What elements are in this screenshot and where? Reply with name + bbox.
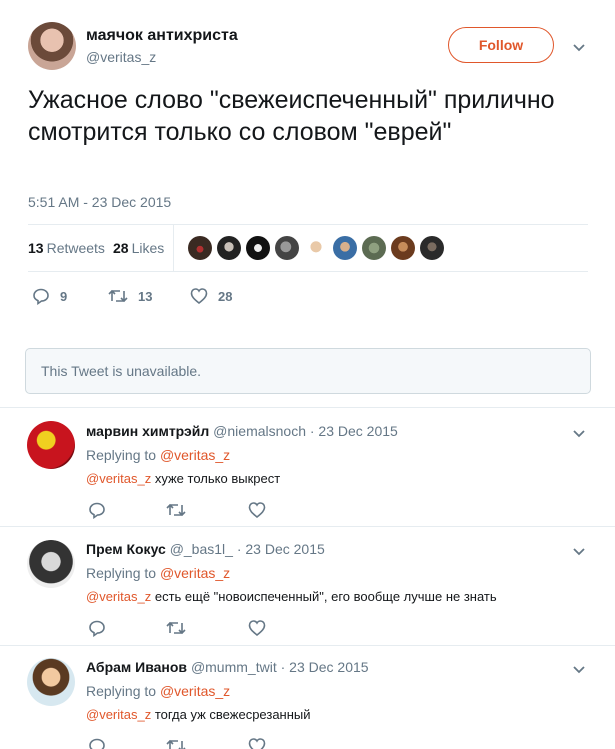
liker-avatar[interactable] — [391, 236, 415, 260]
tweet-timestamp[interactable]: 5:51 AM - 23 Dec 2015 — [28, 194, 171, 210]
reply-icon — [33, 288, 49, 305]
heart-icon[interactable] — [248, 501, 266, 519]
heart-icon — [190, 288, 208, 305]
retweets-count: 13 — [28, 240, 44, 256]
reply-header: марвин химтрэйл @niemalsnoch · 23 Dec 20… — [86, 423, 398, 439]
reply-author-handle[interactable]: @_bas1l_ — [170, 541, 233, 557]
reply-count: 9 — [60, 288, 68, 304]
like-action[interactable]: 28 — [190, 287, 232, 305]
reply-icon[interactable] — [88, 737, 106, 749]
chevron-down-icon[interactable] — [571, 39, 587, 55]
reply-body: тогда уж свежесрезанный — [154, 707, 311, 722]
likes-label: Likes — [131, 240, 165, 256]
replying-to-prefix: Replying to — [86, 447, 157, 463]
reply-icon[interactable] — [88, 619, 106, 637]
author-avatar[interactable] — [28, 22, 76, 70]
reply-mention[interactable]: @veritas_z — [86, 471, 151, 486]
reply-author-name[interactable]: Абрам Иванов — [86, 659, 187, 675]
reply-tweet[interactable]: марвин химтрэйл @niemalsnoch · 23 Dec 20… — [0, 407, 615, 525]
reply-action[interactable]: 9 — [32, 287, 67, 305]
reply-actions — [86, 501, 286, 519]
reply-avatar[interactable] — [27, 658, 75, 706]
author-handle[interactable]: @veritas_z — [86, 49, 156, 65]
reply-body: есть ещё "новоиспеченный", его вообще лу… — [154, 589, 497, 604]
liker-avatar[interactable] — [217, 236, 241, 260]
reply-date[interactable]: · 23 Dec 2015 — [310, 423, 398, 439]
likes-stat[interactable]: 28 Likes — [113, 240, 164, 256]
liker-avatar[interactable] — [362, 236, 386, 260]
reply-avatar[interactable] — [27, 421, 75, 469]
retweet-icon[interactable] — [166, 501, 186, 519]
replying-to-link[interactable]: @veritas_z — [160, 565, 230, 581]
reply-header: Абрам Иванов @mumm_twit · 23 Dec 2015 — [86, 659, 369, 675]
like-count: 28 — [218, 288, 233, 304]
reply-tweet[interactable]: Абрам Иванов @mumm_twit · 23 Dec 2015 Re… — [0, 645, 615, 749]
reply-avatar[interactable] — [27, 540, 75, 588]
reply-actions — [86, 737, 286, 749]
reply-author-handle[interactable]: @mumm_twit — [191, 659, 277, 675]
heart-icon[interactable] — [248, 737, 266, 749]
chevron-down-icon[interactable] — [571, 425, 587, 441]
replying-to-prefix: Replying to — [86, 683, 157, 699]
reply-author-handle[interactable]: @niemalsnoch — [213, 423, 306, 439]
liker-avatar[interactable] — [304, 236, 328, 260]
heart-icon[interactable] — [248, 619, 266, 637]
retweet-count: 13 — [138, 288, 153, 304]
retweets-label: Retweets — [46, 240, 105, 256]
reply-text: @veritas_z тогда уж свежесрезанный — [86, 707, 311, 722]
replying-to-line: Replying to @veritas_z — [86, 447, 230, 463]
reply-date[interactable]: · 23 Dec 2015 — [237, 541, 325, 557]
liker-avatar[interactable] — [246, 236, 270, 260]
reply-actions — [86, 619, 286, 637]
chevron-down-icon[interactable] — [571, 543, 587, 559]
tweet-stats: 13 Retweets 28 Likes — [28, 224, 588, 272]
replying-to-prefix: Replying to — [86, 565, 157, 581]
reply-body: хуже только выкрест — [154, 471, 281, 486]
follow-button[interactable]: Follow — [448, 27, 554, 63]
retweet-icon[interactable] — [166, 737, 186, 749]
tweet-text: Ужасное слово "свежеиспеченный" прилично… — [28, 86, 555, 146]
author-name[interactable]: маячок антихриста — [86, 27, 238, 45]
reply-mention[interactable]: @veritas_z — [86, 707, 151, 722]
replying-to-link[interactable]: @veritas_z — [160, 683, 230, 699]
retweet-icon — [108, 289, 128, 303]
reply-mention[interactable]: @veritas_z — [86, 589, 151, 604]
tweet-actions: 9 13 28 — [0, 287, 615, 307]
reply-author-name[interactable]: марвин химтрэйл — [86, 423, 209, 439]
retweet-icon[interactable] — [166, 619, 186, 637]
liker-avatar[interactable] — [333, 236, 357, 260]
reply-date[interactable]: · 23 Dec 2015 — [281, 659, 369, 675]
reply-tweet[interactable]: Прем Кокус @_bas1l_ · 23 Dec 2015 Replyi… — [0, 526, 615, 644]
liker-avatar[interactable] — [420, 236, 444, 260]
replying-to-link[interactable]: @veritas_z — [160, 447, 230, 463]
unavailable-tweet-notice: This Tweet is unavailable. — [25, 348, 591, 394]
reply-header: Прем Кокус @_bas1l_ · 23 Dec 2015 — [86, 541, 325, 557]
likes-count: 28 — [113, 240, 129, 256]
retweets-stat[interactable]: 13 Retweets — [28, 240, 105, 256]
replying-to-line: Replying to @veritas_z — [86, 565, 230, 581]
replying-to-line: Replying to @veritas_z — [86, 683, 230, 699]
liker-avatar[interactable] — [275, 236, 299, 260]
reply-author-name[interactable]: Прем Кокус — [86, 541, 166, 557]
reply-text: @veritas_z есть ещё "новоиспеченный", ег… — [86, 589, 497, 604]
reply-text: @veritas_z хуже только выкрест — [86, 471, 280, 486]
reply-icon[interactable] — [88, 501, 106, 519]
chevron-down-icon[interactable] — [571, 661, 587, 677]
stats-divider — [173, 225, 174, 272]
retweet-action[interactable]: 13 — [108, 287, 152, 305]
liker-avatar[interactable] — [188, 236, 212, 260]
